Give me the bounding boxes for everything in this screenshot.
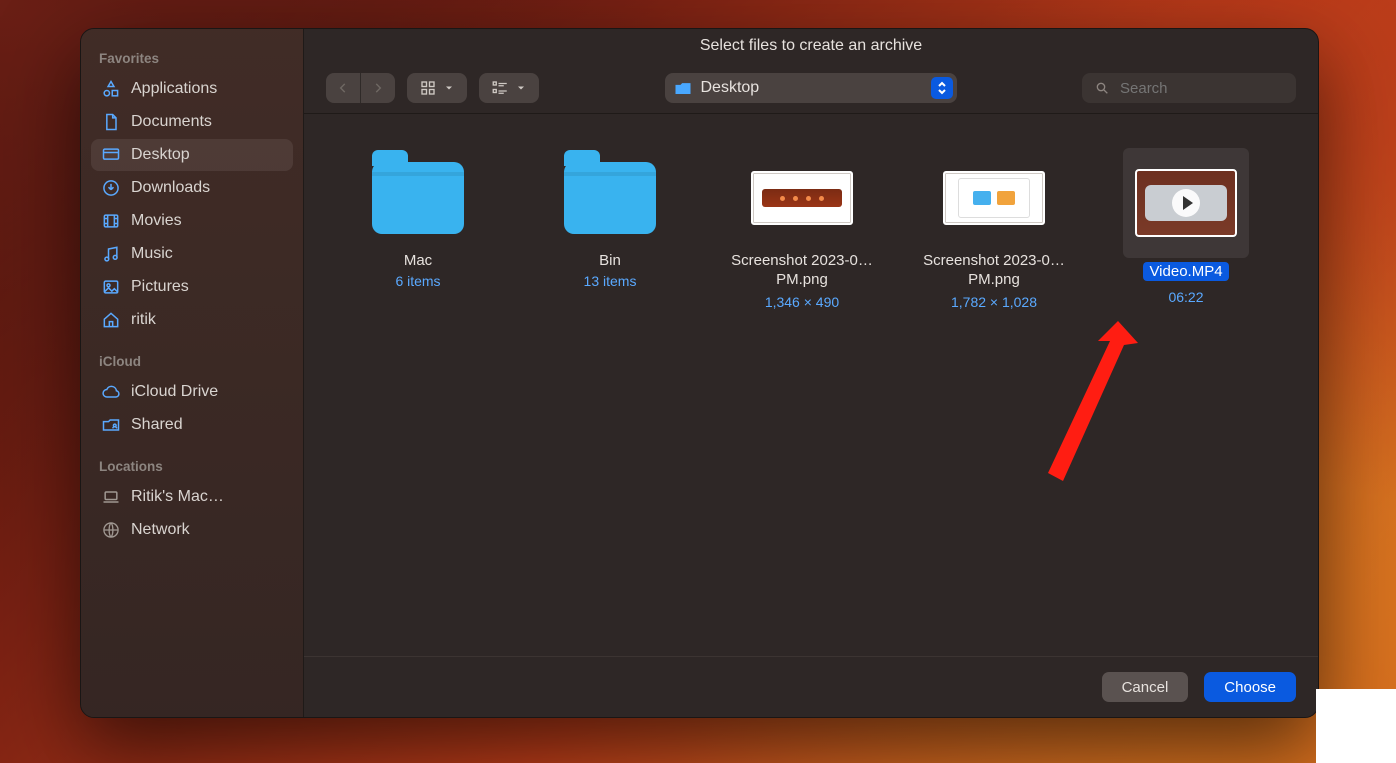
watermark-block [1316, 689, 1396, 763]
cloud-icon [101, 382, 121, 402]
sidebar-item-label: Pictures [131, 278, 189, 296]
sidebar-item-movies[interactable]: Movies [91, 205, 293, 237]
sidebar-item-label: Applications [131, 80, 217, 98]
group-by-button[interactable] [479, 73, 539, 103]
file-tile[interactable]: Screenshot 2023-0…PM.png 1,782 × 1,028 [904, 148, 1084, 310]
dialog-title: Select files to create an archive [304, 29, 1318, 63]
sidebar-item-pictures[interactable]: Pictures [91, 271, 293, 303]
file-tile[interactable]: Screenshot 2023-0…PM.png 1,346 × 490 [712, 148, 892, 310]
sidebar-item-documents[interactable]: Documents [91, 106, 293, 138]
music-icon [101, 244, 121, 264]
file-tile-selected[interactable]: Video.MP4 06:22 [1096, 148, 1276, 310]
file-name: Video.MP4 [1143, 262, 1228, 281]
file-tile[interactable]: Mac 6 items [328, 148, 508, 310]
sidebar-section-icloud: iCloud [91, 346, 293, 375]
nav-back-button[interactable] [326, 73, 360, 103]
folder-thumb [550, 148, 670, 248]
up-down-chevron-icon [931, 77, 953, 99]
pictures-icon [101, 277, 121, 297]
globe-icon [101, 520, 121, 540]
file-name: Screenshot 2023-0…PM.png [717, 252, 887, 290]
sidebar-item-label: ritik [131, 311, 156, 329]
sidebar-item-label: Downloads [131, 179, 210, 197]
sidebar-item-desktop[interactable]: Desktop [91, 139, 293, 171]
group-by [479, 73, 539, 103]
file-chooser-dialog: Favorites Applications Documents Desktop… [80, 28, 1319, 718]
nav-forward-button[interactable] [360, 73, 395, 103]
folder-thumb [358, 148, 478, 248]
sidebar-item-label: Desktop [131, 146, 190, 164]
folder-icon [673, 79, 693, 97]
sidebar-item-label: iCloud Drive [131, 383, 218, 401]
sidebar-item-icloud-drive[interactable]: iCloud Drive [91, 376, 293, 408]
file-name: Screenshot 2023-0…PM.png [909, 252, 1079, 290]
search-input[interactable] [1118, 79, 1284, 98]
search-icon [1094, 80, 1110, 96]
file-meta: 13 items [584, 273, 637, 289]
file-meta: 1,346 × 490 [765, 294, 839, 310]
main-panel: Select files to create an archive [304, 29, 1318, 717]
sidebar-item-network[interactable]: Network [91, 514, 293, 546]
file-tile[interactable]: Bin 13 items [520, 148, 700, 310]
file-meta: 1,782 × 1,028 [951, 294, 1037, 310]
shared-folder-icon [101, 415, 121, 435]
file-name: Bin [599, 252, 621, 269]
play-icon [1172, 189, 1200, 217]
view-mode [407, 73, 467, 103]
toolbar: Desktop [304, 63, 1318, 114]
search-field[interactable] [1082, 73, 1296, 103]
view-mode-button[interactable] [407, 73, 467, 103]
sidebar-item-home[interactable]: ritik [91, 304, 293, 336]
home-icon [101, 310, 121, 330]
sidebar: Favorites Applications Documents Desktop… [81, 29, 304, 717]
dialog-footer: Cancel Choose [304, 657, 1318, 717]
sidebar-item-label: Ritik's Mac… [131, 488, 224, 506]
sidebar-item-applications[interactable]: Applications [91, 73, 293, 105]
documents-icon [101, 112, 121, 132]
sidebar-item-label: Network [131, 521, 190, 539]
location-label: Desktop [701, 79, 760, 97]
sidebar-item-label: Movies [131, 212, 182, 230]
sidebar-section-locations: Locations [91, 451, 293, 480]
image-thumb [934, 148, 1054, 248]
sidebar-item-label: Shared [131, 416, 183, 434]
desktop-icon [101, 145, 121, 165]
choose-button[interactable]: Choose [1204, 672, 1296, 702]
sidebar-item-label: Documents [131, 113, 212, 131]
image-thumb [742, 148, 862, 248]
laptop-icon [101, 487, 121, 507]
apps-icon [101, 79, 121, 99]
location-popup[interactable]: Desktop [665, 73, 957, 103]
sidebar-item-label: Music [131, 245, 173, 263]
file-meta: 06:22 [1168, 289, 1203, 305]
sidebar-item-downloads[interactable]: Downloads [91, 172, 293, 204]
nav-back-forward [326, 73, 395, 103]
video-thumb [1123, 148, 1249, 258]
sidebar-item-shared[interactable]: Shared [91, 409, 293, 441]
file-grid[interactable]: Mac 6 items Bin 13 items Screenshot 2023… [304, 114, 1318, 656]
file-name: Mac [404, 252, 432, 269]
downloads-icon [101, 178, 121, 198]
sidebar-item-this-mac[interactable]: Ritik's Mac… [91, 481, 293, 513]
sidebar-section-favorites: Favorites [91, 43, 293, 72]
sidebar-item-music[interactable]: Music [91, 238, 293, 270]
cancel-button[interactable]: Cancel [1102, 672, 1189, 702]
movies-icon [101, 211, 121, 231]
file-meta: 6 items [395, 273, 440, 289]
